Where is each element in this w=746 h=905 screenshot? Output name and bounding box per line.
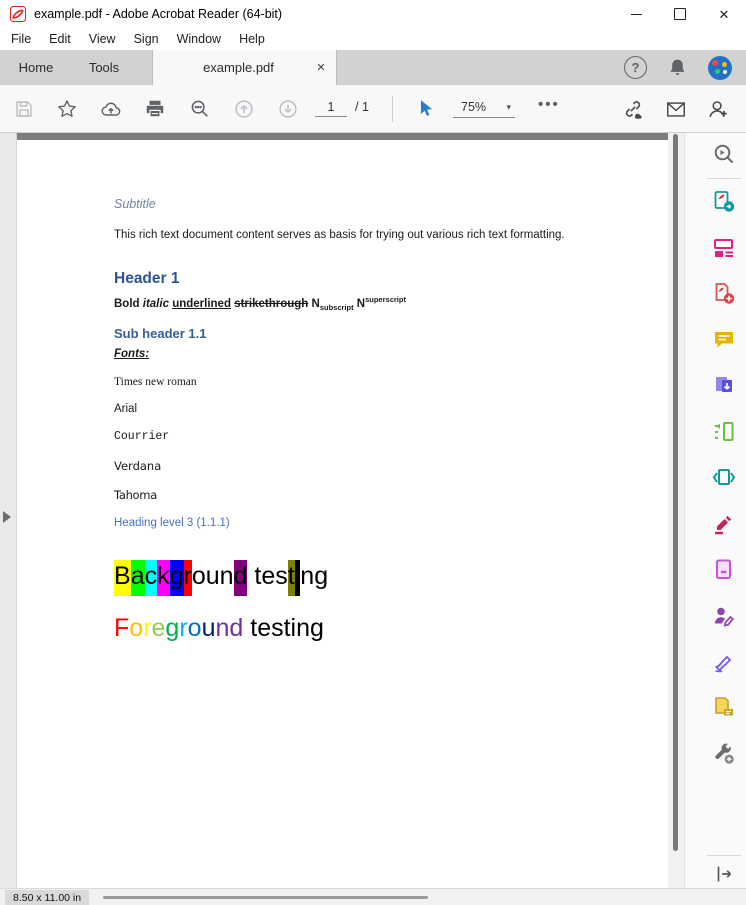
tab-tools[interactable]: Tools xyxy=(72,50,136,85)
doc-font-sample-courrier: Courrier xyxy=(114,430,170,443)
menu-view[interactable]: View xyxy=(80,28,125,50)
search-tools-icon[interactable] xyxy=(711,141,737,167)
vertical-scrollbar[interactable] xyxy=(668,133,684,888)
zoom-dropdown[interactable]: 75% ▾ xyxy=(453,98,515,118)
combine-files-icon[interactable] xyxy=(711,373,737,399)
tools-sidebar xyxy=(684,133,746,888)
menu-sign[interactable]: Sign xyxy=(125,28,168,50)
menu-window[interactable]: Window xyxy=(168,28,230,50)
zoom-level: 75% xyxy=(461,100,487,114)
title-bar: example.pdf - Adobe Acrobat Reader (64-b… xyxy=(0,0,746,28)
edit-pdf-icon[interactable] xyxy=(711,235,737,261)
close-button[interactable]: ✕ xyxy=(702,0,746,28)
minimize-button[interactable] xyxy=(614,0,658,28)
redact-icon[interactable] xyxy=(711,511,737,537)
doc-intro-paragraph: This rich text document content serves a… xyxy=(114,229,565,241)
doc-fonts-label: Fonts: xyxy=(114,348,150,360)
toolbar-divider xyxy=(392,96,393,122)
doc-header1: Header 1 xyxy=(114,270,180,287)
page-up-icon[interactable] xyxy=(233,98,255,120)
email-icon[interactable] xyxy=(665,98,687,120)
page-size-label: 8.50 x 11.00 in xyxy=(5,890,90,905)
menu-bar: File Edit View Sign Window Help xyxy=(0,28,746,50)
compress-pdf-icon[interactable] xyxy=(711,465,737,491)
sidebar-divider xyxy=(707,178,741,179)
doc-subtitle: Subtitle xyxy=(114,197,156,211)
protect-pdf-icon[interactable] xyxy=(711,557,737,583)
toolbar: / 1 75% ▾ ••• xyxy=(0,85,746,133)
fill-and-sign-icon[interactable] xyxy=(711,649,737,675)
menu-help[interactable]: Help xyxy=(230,28,274,50)
doc-rich-formatting-line: Bold italic underlined strikethrough Nsu… xyxy=(114,295,406,313)
star-favorite-icon[interactable] xyxy=(56,98,78,120)
tab-home[interactable]: Home xyxy=(0,50,72,85)
sidebar-bottom-divider xyxy=(707,855,741,856)
doc-font-sample-verdana: Verdana xyxy=(114,459,162,473)
add-account-icon[interactable] xyxy=(707,98,729,120)
doc-background-testing: Background testing xyxy=(114,560,328,596)
more-tools-icon[interactable] xyxy=(711,741,737,767)
vertical-scrollbar-thumb[interactable] xyxy=(673,134,678,851)
save-icon[interactable] xyxy=(13,98,35,120)
page-number-input[interactable] xyxy=(315,98,347,117)
horizontal-scrollbar-thumb[interactable] xyxy=(103,896,428,899)
select-pointer-icon[interactable] xyxy=(415,98,437,120)
profile-avatar[interactable] xyxy=(708,55,732,80)
comment-icon[interactable] xyxy=(711,327,737,353)
more-options-icon[interactable]: ••• xyxy=(538,96,560,113)
page-down-icon[interactable] xyxy=(277,98,299,120)
share-link-icon[interactable] xyxy=(622,98,644,120)
send-for-comments-icon[interactable] xyxy=(711,695,737,721)
bell-icon[interactable] xyxy=(667,57,688,78)
document-viewport: Subtitle This rich text document content… xyxy=(0,133,746,888)
acrobat-logo-icon xyxy=(10,6,26,22)
menu-edit[interactable]: Edit xyxy=(40,28,80,50)
doc-font-sample-arial: Arial xyxy=(114,403,138,415)
close-icon: ✕ xyxy=(718,6,730,22)
tab-document[interactable]: example.pdf ✕ xyxy=(152,50,337,85)
request-signatures-icon[interactable] xyxy=(711,603,737,629)
status-bar: 8.50 x 11.00 in xyxy=(0,888,746,905)
export-pdf-icon[interactable] xyxy=(711,189,737,215)
search-icon[interactable] xyxy=(189,98,211,120)
organize-pages-icon[interactable] xyxy=(711,419,737,445)
document-tab-label: example.pdf xyxy=(203,60,274,75)
maximize-icon xyxy=(674,8,686,20)
collapse-panel-icon[interactable] xyxy=(711,861,737,887)
help-icon[interactable]: ? xyxy=(624,56,647,79)
doc-font-sample-times: Times new roman xyxy=(114,376,197,388)
doc-font-sample-tahoma: Tahoma xyxy=(114,488,157,502)
menu-file[interactable]: File xyxy=(2,28,40,50)
tab-bar: Home Tools example.pdf ✕ ? xyxy=(0,50,746,85)
create-pdf-icon[interactable] xyxy=(711,281,737,307)
pdf-page[interactable]: Subtitle This rich text document content… xyxy=(17,140,668,888)
chevron-down-icon: ▾ xyxy=(506,101,511,112)
minimize-icon xyxy=(630,13,642,15)
maximize-button[interactable] xyxy=(658,0,702,28)
cloud-upload-icon[interactable] xyxy=(100,98,122,120)
doc-subheader: Sub header 1.1 xyxy=(114,326,207,341)
window-title: example.pdf - Adobe Acrobat Reader (64-b… xyxy=(34,7,283,21)
expand-left-panel-icon[interactable] xyxy=(3,511,11,523)
doc-heading3: Heading level 3 (1.1.1) xyxy=(114,517,230,529)
tab-close-icon[interactable]: ✕ xyxy=(310,57,332,79)
doc-foreground-testing: Foreground testing xyxy=(114,614,324,642)
left-panel-strip xyxy=(0,133,17,888)
page-total-label: / 1 xyxy=(355,100,369,114)
print-icon[interactable] xyxy=(144,98,166,120)
